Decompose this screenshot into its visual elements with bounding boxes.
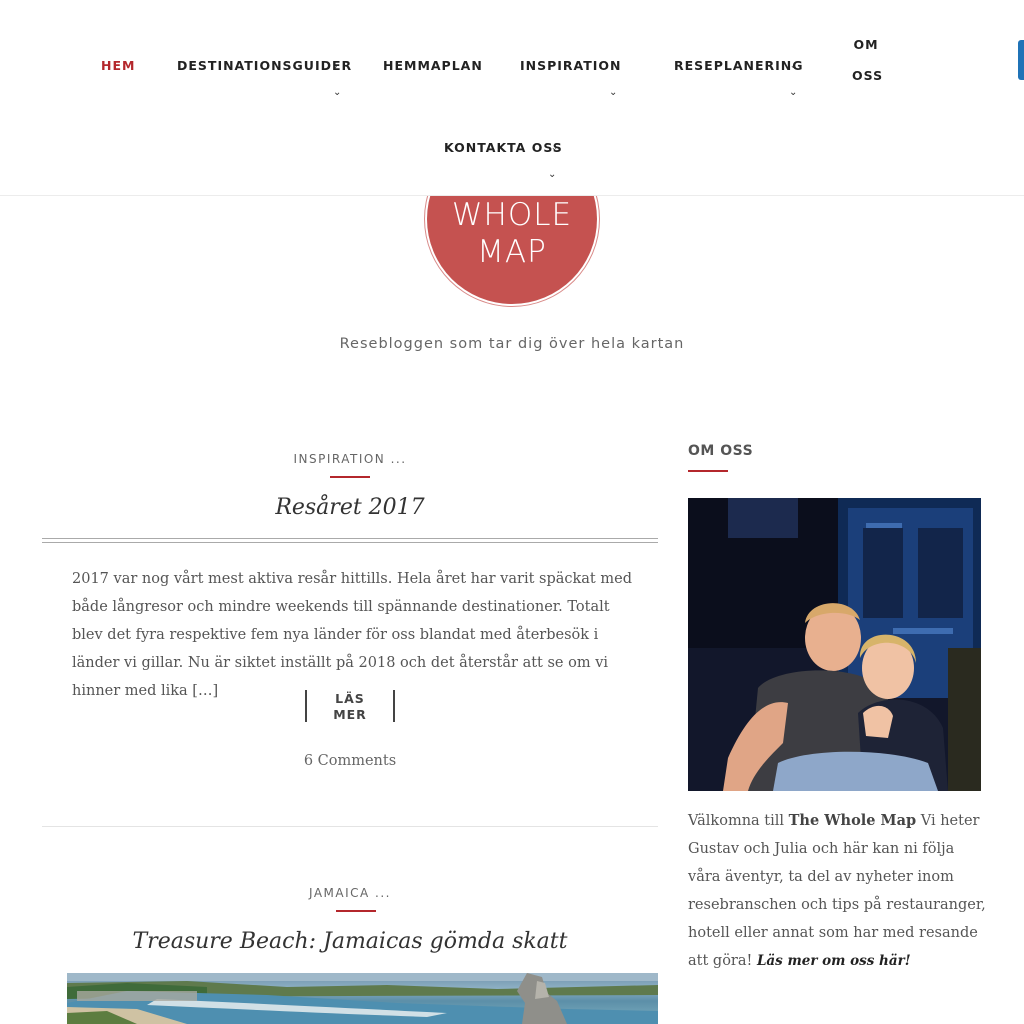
site-tagline: Resebloggen som tar dig över hela kartan <box>339 336 685 352</box>
comments-link[interactable]: 6 Comments <box>42 753 658 769</box>
post-title[interactable]: Resåret 2017 <box>42 495 658 520</box>
chevron-down-icon: ⌄ <box>614 61 621 70</box>
post-title[interactable]: Treasure Beach: Jamaicas gömda skatt <box>42 929 658 954</box>
about-photo <box>688 498 981 791</box>
nav-item-destinationsguider[interactable]: DESTINATIONSGUIDER <box>177 59 352 73</box>
post-featured-image[interactable] <box>67 973 658 1024</box>
logo-text-line2: MAP <box>477 234 547 270</box>
title-divider <box>42 538 658 543</box>
about-brand-name: The Whole Map <box>788 812 917 829</box>
nav-item-hem[interactable]: HEM <box>101 59 135 73</box>
chevron-down-icon: ⌄ <box>551 143 558 152</box>
widget-title-underline <box>688 470 728 472</box>
category-underline <box>330 476 370 478</box>
post-category[interactable]: JAMAICA ... <box>42 886 658 900</box>
submenu-toggle-inspiration[interactable]: ⌄ <box>609 88 617 98</box>
nav-item-inspiration[interactable]: INSPIRATION <box>520 59 622 73</box>
submenu-toggle-kontakta-oss[interactable]: ⌄ <box>548 170 556 180</box>
nav-item-om-oss[interactable]: OM OSS <box>852 29 884 91</box>
read-more-button[interactable]: LÄS MER <box>305 690 395 722</box>
couple-photo <box>688 498 981 791</box>
post-excerpt: 2017 var nog vårt mest aktiva resår hitt… <box>72 571 632 699</box>
post-category[interactable]: INSPIRATION ... <box>42 452 658 466</box>
about-read-more-link[interactable]: Läs mer om oss här! <box>757 953 911 969</box>
nav-item-om-oss-line2: OSS <box>852 68 884 83</box>
post-divider <box>42 826 658 827</box>
about-intro: Välkomna till <box>688 813 789 829</box>
submenu-toggle-reseplanering[interactable]: ⌄ <box>789 88 797 98</box>
submenu-toggle-destinationsguider[interactable]: ⌄ <box>333 88 341 98</box>
nav-item-reseplanering[interactable]: RESEPLANERING <box>674 59 804 73</box>
nav-item-om-oss-line1: OM <box>853 37 879 52</box>
nav-item-hemmaplan[interactable]: HEMMAPLAN <box>383 59 483 73</box>
read-more-line2: MER <box>333 707 367 722</box>
widget-title: OM OSS <box>688 443 754 459</box>
chevron-down-icon: ⌄ <box>790 61 797 70</box>
about-text: Välkomna till The Whole Map Vi heter Gus… <box>688 807 988 975</box>
about-body: Vi heter Gustav och Julia och här kan ni… <box>688 813 986 969</box>
logo-text-line1: WHOLE <box>451 197 573 233</box>
read-more-line1: LÄS <box>335 691 365 706</box>
side-edge-tab[interactable] <box>1018 40 1024 80</box>
chevron-down-icon: ⌄ <box>332 61 339 70</box>
nav-item-kontakta-oss[interactable]: KONTAKTA OSS <box>444 141 563 155</box>
category-underline <box>336 910 376 912</box>
main-navigation: HEM DESTINATIONSGUIDER ⌄ ⌄ HEMMAPLAN INS… <box>0 0 1024 196</box>
beach-photo <box>67 973 658 1024</box>
